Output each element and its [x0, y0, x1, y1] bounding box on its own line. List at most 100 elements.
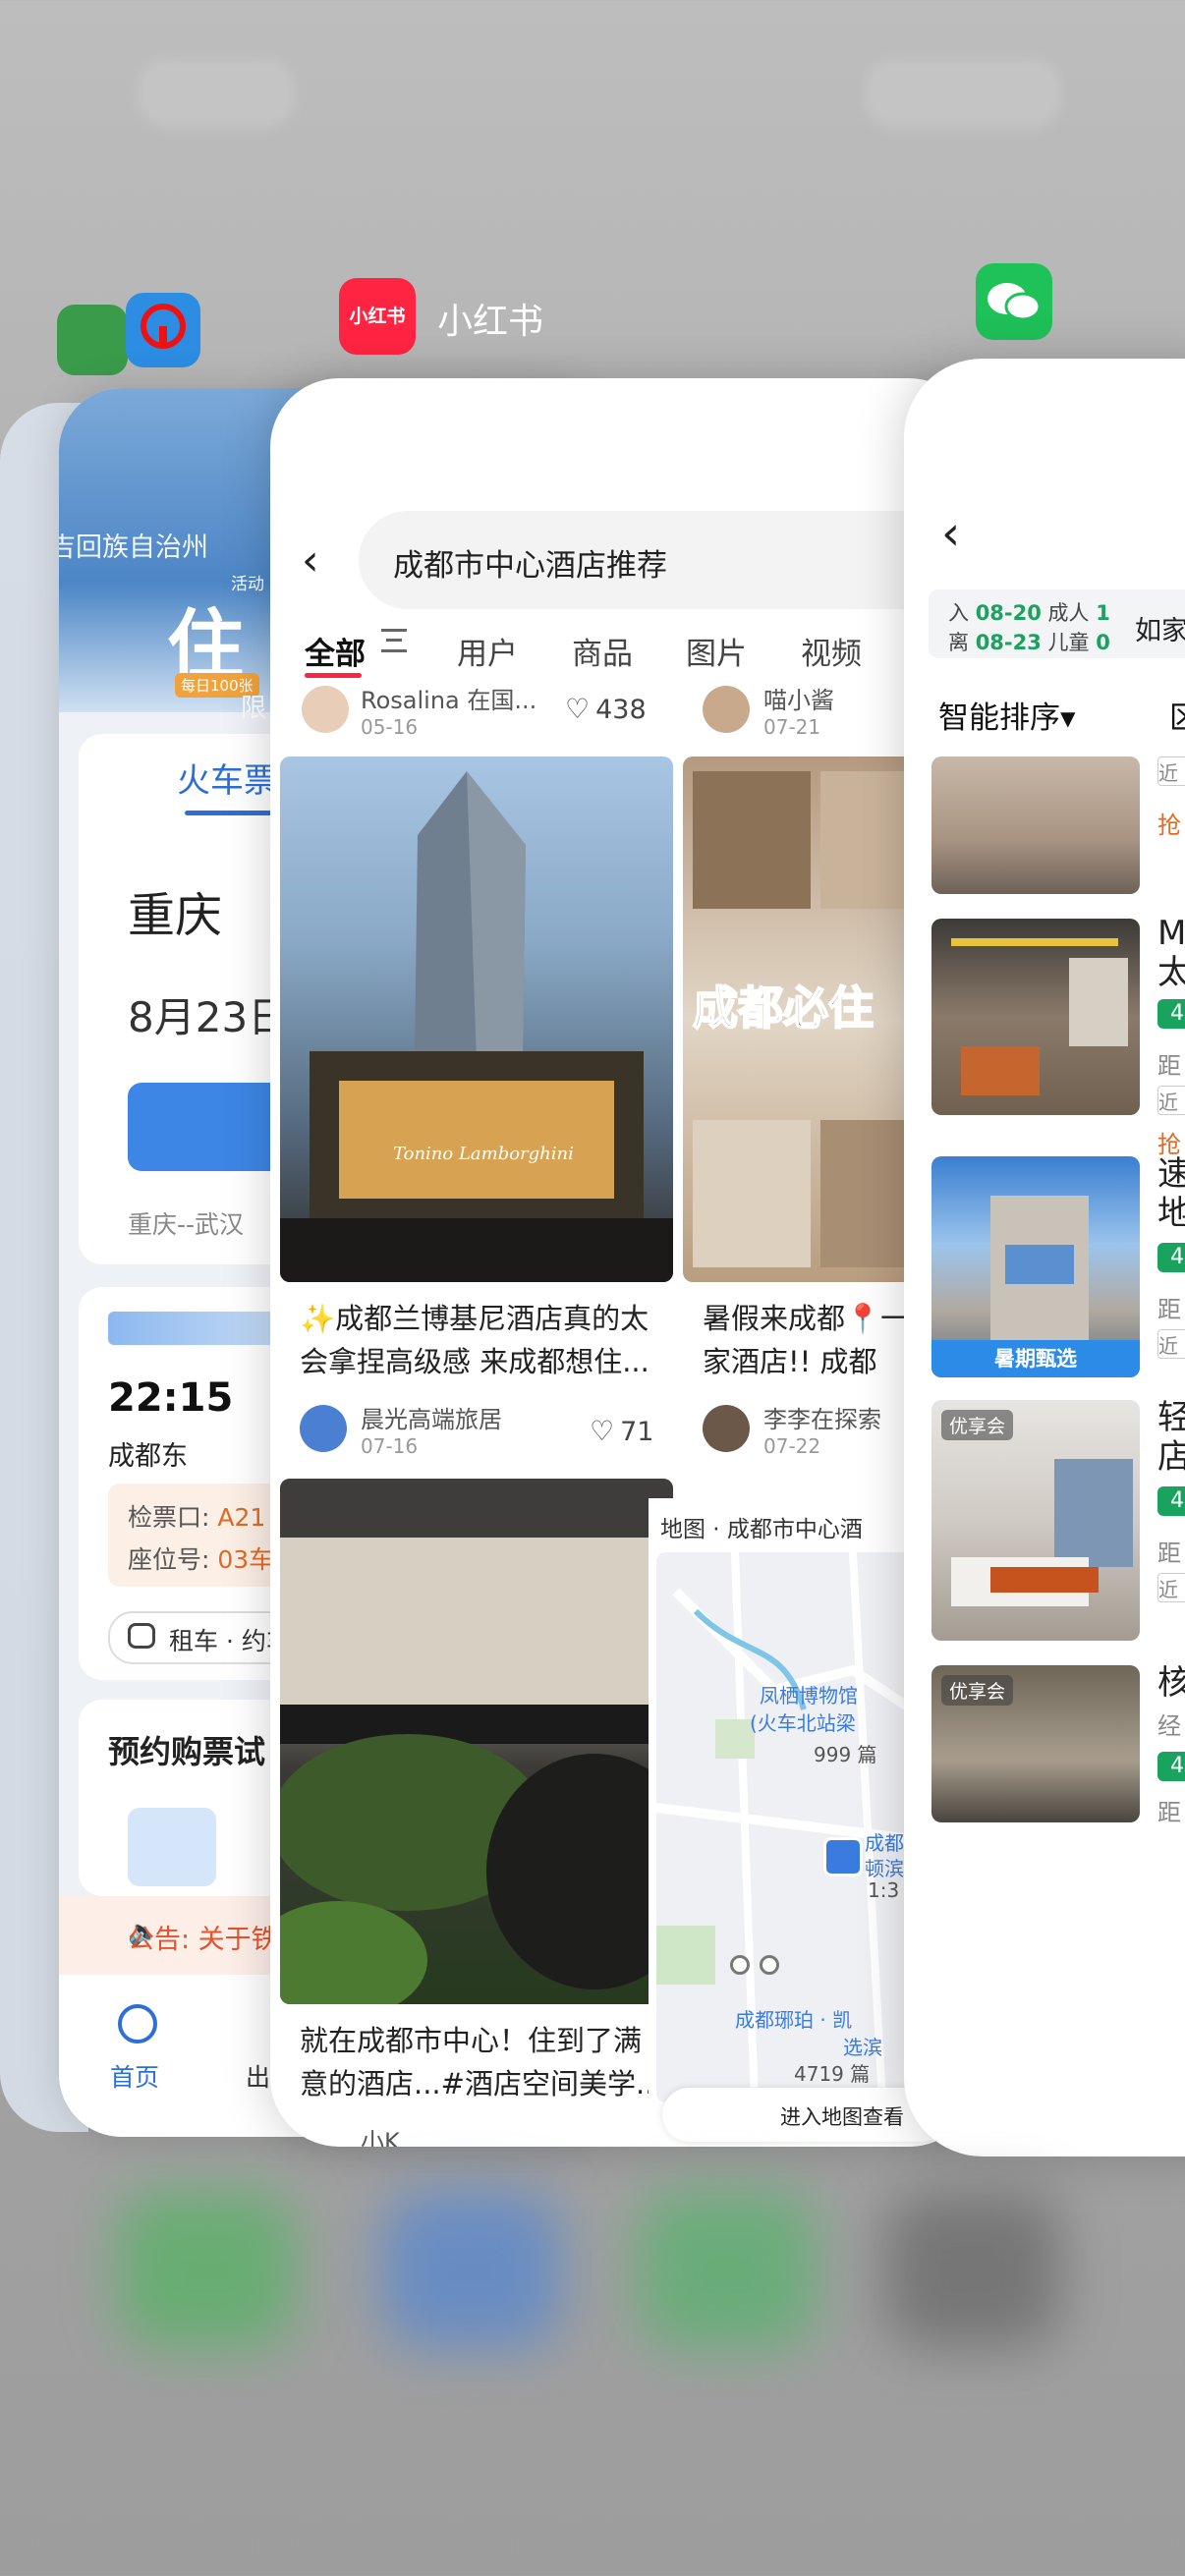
xhs-icon-text: 小红书 — [349, 306, 406, 327]
xhs-app-card[interactable]: ‹ 成都市中心酒店推荐 × 全部 用户 商品 图片 视频 Rosalina 在国… — [270, 378, 978, 2147]
map-dot — [760, 1955, 779, 1975]
gate-label: 检票口: — [128, 1503, 210, 1532]
tab-videos[interactable]: 视频 — [801, 629, 862, 673]
tab-train-tickets[interactable]: 火车票 — [177, 754, 277, 802]
rating-badge: 4 — [1157, 1243, 1185, 1272]
notice-text: 公告: 关于铁 — [128, 1925, 278, 1955]
train-number-blurred — [108, 1312, 285, 1345]
checkout-date: 08-23 — [975, 631, 1042, 654]
kids-count: 0 — [1096, 631, 1110, 654]
hotel-image[interactable] — [931, 756, 1140, 894]
search-query: 成都市中心酒店推荐 — [393, 548, 667, 584]
post-author[interactable]: 晨光高端旅居 — [361, 1400, 502, 1434]
hotel-image[interactable]: 优享会 — [931, 1665, 1140, 1822]
adults-label: 成人 — [1047, 601, 1090, 625]
recent-route[interactable]: 重庆--武汉 — [128, 1205, 244, 1241]
post-author[interactable]: 李李在探索 — [763, 1400, 881, 1434]
post-image-text: Tonino Lamborghini — [393, 1144, 574, 1164]
open-map-button[interactable]: 进入地图查看 — [662, 2088, 947, 2142]
area-filter[interactable]: 区 — [1169, 693, 1185, 737]
post-date: 07-21 — [763, 715, 821, 739]
post-image-text: 成都必住 — [693, 981, 874, 1035]
post-caption[interactable]: 就在成都市中心！住到了满意的酒店...#酒店空间美学... — [300, 2019, 663, 2105]
hotel-name[interactable]: 核 — [1157, 1663, 1185, 1703]
post-date: 05-16 — [361, 715, 419, 739]
distance-chip: 近 — [1157, 1329, 1185, 1359]
rating-badge: 4 — [1157, 1486, 1185, 1516]
nav-second[interactable]: 出 — [246, 2058, 270, 2094]
avatar[interactable] — [302, 686, 349, 733]
back-arrow-icon[interactable]: ‹ — [941, 506, 960, 561]
filter-icon[interactable] — [381, 629, 407, 652]
reserve-title: 预约购票试 — [108, 1733, 266, 1770]
map-poi-1b: (火车北站梁 — [750, 1711, 856, 1735]
hotel-image[interactable]: 优享会 — [931, 1400, 1140, 1641]
tab-products[interactable]: 商品 — [572, 629, 633, 673]
active-tab-indicator — [305, 673, 362, 678]
hotel-image[interactable] — [931, 919, 1140, 1115]
map-poi-2[interactable]: 成都 — [865, 1827, 904, 1856]
post-author[interactable]: 小K — [361, 2122, 400, 2147]
heart-icon: ♡ — [565, 693, 591, 725]
hotel-name[interactable]: 轻店 — [1157, 1398, 1185, 1477]
distance-text: 距 — [1157, 1799, 1181, 1826]
post-date: 07-22 — [763, 1434, 821, 1458]
avatar[interactable] — [703, 686, 750, 733]
tab-all[interactable]: 全部 — [305, 629, 366, 673]
post-author[interactable]: 喵小酱 — [763, 681, 834, 715]
avatar[interactable] — [300, 1405, 347, 1452]
distance-text: 距 — [1157, 1540, 1181, 1567]
map-poi-1[interactable]: 凤栖博物馆 — [760, 1680, 858, 1708]
map-poi-3b: 选滨 — [843, 2036, 882, 2059]
home-icon[interactable] — [118, 2004, 157, 2044]
china-railway-icon[interactable] — [126, 293, 200, 367]
back-arrow-icon[interactable]: ‹ — [302, 535, 319, 586]
gate-value: A21 — [217, 1503, 266, 1532]
xiaohongshu-app-icon[interactable]: 小红书 — [339, 278, 416, 355]
search-bar[interactable]: 成都市中心酒店推荐 × — [359, 511, 978, 609]
wechat-hotel-card[interactable]: ‹ 入 08-20 成人 1 离 08-23 儿童 0 如家 智能排序▾ 区 近… — [904, 359, 1185, 2156]
departure-time: 22:15 — [108, 1375, 234, 1421]
post-likes[interactable]: ♡ 71 — [590, 1415, 653, 1447]
dock-blurred — [0, 2191, 1185, 2407]
tab-users[interactable]: 用户 — [457, 629, 518, 673]
travel-date[interactable]: 8月23日 — [128, 984, 289, 1044]
post-likes[interactable]: ♡ 438 — [565, 693, 647, 725]
train-app-icon[interactable] — [57, 305, 128, 375]
map-poi-3[interactable]: 成都琊珀 · 凯 — [735, 2004, 852, 2033]
tab-indicator — [185, 811, 283, 815]
member-badge: 优享会 — [941, 1675, 1014, 1706]
hotel-name[interactable]: 速地 — [1157, 1154, 1185, 1233]
map-count-1: 999 篇 — [814, 1743, 877, 1766]
deal-text: 抢 — [1157, 812, 1181, 839]
tab-images[interactable]: 图片 — [686, 629, 747, 673]
hotel-name[interactable]: M太 — [1157, 914, 1185, 992]
region-label[interactable]: 吉回族自治州 — [59, 526, 208, 564]
post-image-courtyard-hotel[interactable] — [280, 1479, 673, 2004]
chain-filter[interactable]: 如家 — [1135, 609, 1185, 647]
from-city[interactable]: 重庆 — [128, 876, 222, 945]
distance-chip: 近 — [1157, 756, 1185, 786]
wechat-app-icon[interactable] — [976, 263, 1052, 340]
smart-sort-dropdown[interactable]: 智能排序▾ — [938, 693, 1076, 737]
distance-chip: 近 — [1157, 1086, 1185, 1115]
rating-badge: 4 — [1157, 999, 1185, 1029]
post-caption[interactable]: ✨成都兰博基尼酒店真的太会拿捏高级感 来成都想住... — [300, 1297, 663, 1383]
hotel-pin-icon[interactable] — [823, 1837, 863, 1876]
checkout-label: 离 — [948, 631, 969, 654]
post-image-lamborghini-hotel[interactable]: Tonino Lamborghini — [280, 756, 673, 1282]
nav-home[interactable]: 首页 — [110, 2058, 159, 2094]
seat-value: 03车 — [217, 1545, 274, 1574]
kids-label: 儿童 — [1047, 631, 1090, 654]
xhs-app-label: 小红书 — [437, 302, 544, 342]
hotel-image[interactable]: 暑期甄选 — [931, 1156, 1140, 1377]
avatar[interactable] — [703, 1405, 750, 1452]
map-poi-2b: 顿滨 — [865, 1857, 904, 1880]
hotel-sub: 经 — [1157, 1712, 1181, 1740]
checkin-date: 08-20 — [975, 601, 1042, 625]
map-ratio: 1:3 — [868, 1878, 900, 1902]
post-likes-count: 71 — [620, 1417, 654, 1447]
seat-label: 座位号: — [128, 1545, 210, 1574]
car-icon — [128, 1623, 155, 1649]
post-author[interactable]: Rosalina 在国... — [361, 681, 536, 715]
